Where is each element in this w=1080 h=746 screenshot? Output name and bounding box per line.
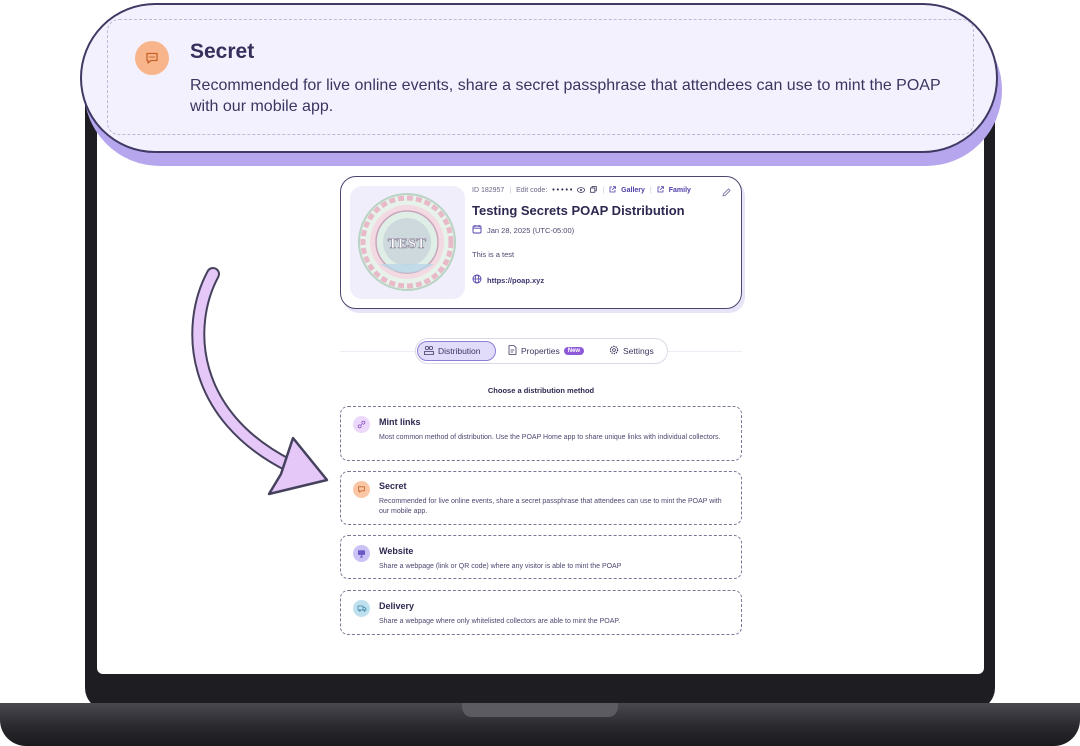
event-title: Testing Secrets POAP Distribution (472, 203, 685, 218)
tab-properties[interactable]: Properties New (502, 341, 597, 361)
callout-description: Recommended for live online events, shar… (190, 77, 941, 115)
family-link[interactable]: Family (669, 187, 691, 194)
event-card: TEST ID 182957 | Edit code: • • • • • | … (340, 176, 742, 309)
laptop-notch (462, 703, 618, 717)
users-icon (424, 345, 434, 357)
file-edit-icon (508, 345, 517, 357)
tab-bar: Distribution Properties New Settings (415, 338, 668, 364)
poap-artwork: TEST (350, 186, 465, 299)
gallery-link[interactable]: Gallery (621, 187, 645, 194)
option-title: Mint links (379, 417, 421, 427)
tab-properties-label: Properties (521, 346, 560, 356)
option-mint-links[interactable]: Mint links Most common method of distrib… (340, 406, 742, 461)
poap-badge-text: TEST (388, 236, 426, 252)
edit-code-mask: • • • • • (552, 187, 573, 194)
section-title: Choose a distribution method (487, 386, 595, 395)
new-badge: New (563, 347, 585, 355)
calendar-icon (472, 224, 482, 236)
link-icon (353, 416, 370, 433)
divider: | (602, 187, 605, 194)
option-delivery[interactable]: Delivery Share a webpage where only whit… (340, 590, 742, 635)
option-description: Share a webpage where only whitelisted c… (379, 618, 621, 625)
edit-code-label: Edit code: (516, 187, 548, 194)
option-description: Most common method of distribution. Use … (379, 434, 721, 441)
chat-bubble-icon (353, 481, 370, 498)
option-description: Share a webpage (link or QR code) where … (379, 563, 622, 570)
option-title: Delivery (379, 601, 415, 611)
external-link-icon (657, 186, 664, 195)
event-id: ID 182957 (472, 187, 505, 194)
divider: | (509, 187, 512, 194)
pencil-icon[interactable] (721, 185, 732, 203)
delivery-truck-icon (353, 600, 370, 617)
eye-icon[interactable] (577, 186, 586, 195)
tab-distribution-label: Distribution (438, 346, 481, 356)
option-title: Secret (379, 481, 407, 491)
tab-settings[interactable]: Settings (603, 341, 665, 361)
chat-bubble-icon (135, 41, 169, 75)
option-description: Recommended for live online events, shar… (379, 498, 722, 515)
curved-arrow-icon (191, 267, 329, 496)
event-description: This is a test (472, 250, 515, 259)
option-secret[interactable]: Secret Recommended for live online event… (340, 471, 742, 525)
event-date-row: Jan 28, 2025 (UTC-05:00) (472, 224, 574, 236)
gear-icon (609, 345, 619, 357)
event-meta-row: ID 182957 | Edit code: • • • • • | Galle… (472, 186, 691, 195)
option-title: Website (379, 546, 414, 556)
globe-icon (472, 274, 482, 286)
tab-settings-label: Settings (623, 346, 654, 356)
divider: | (649, 187, 652, 194)
monitor-icon (353, 545, 370, 562)
event-url-row: https://poap.xyz (472, 274, 544, 286)
event-date: Jan 28, 2025 (UTC-05:00) (487, 225, 575, 235)
copy-icon[interactable] (590, 186, 598, 195)
event-url[interactable]: https://poap.xyz (487, 276, 544, 285)
callout-title: Secret (190, 40, 255, 63)
external-link-icon (609, 186, 616, 195)
tab-distribution[interactable]: Distribution (417, 341, 496, 361)
option-website[interactable]: Website Share a webpage (link or QR code… (340, 535, 742, 579)
